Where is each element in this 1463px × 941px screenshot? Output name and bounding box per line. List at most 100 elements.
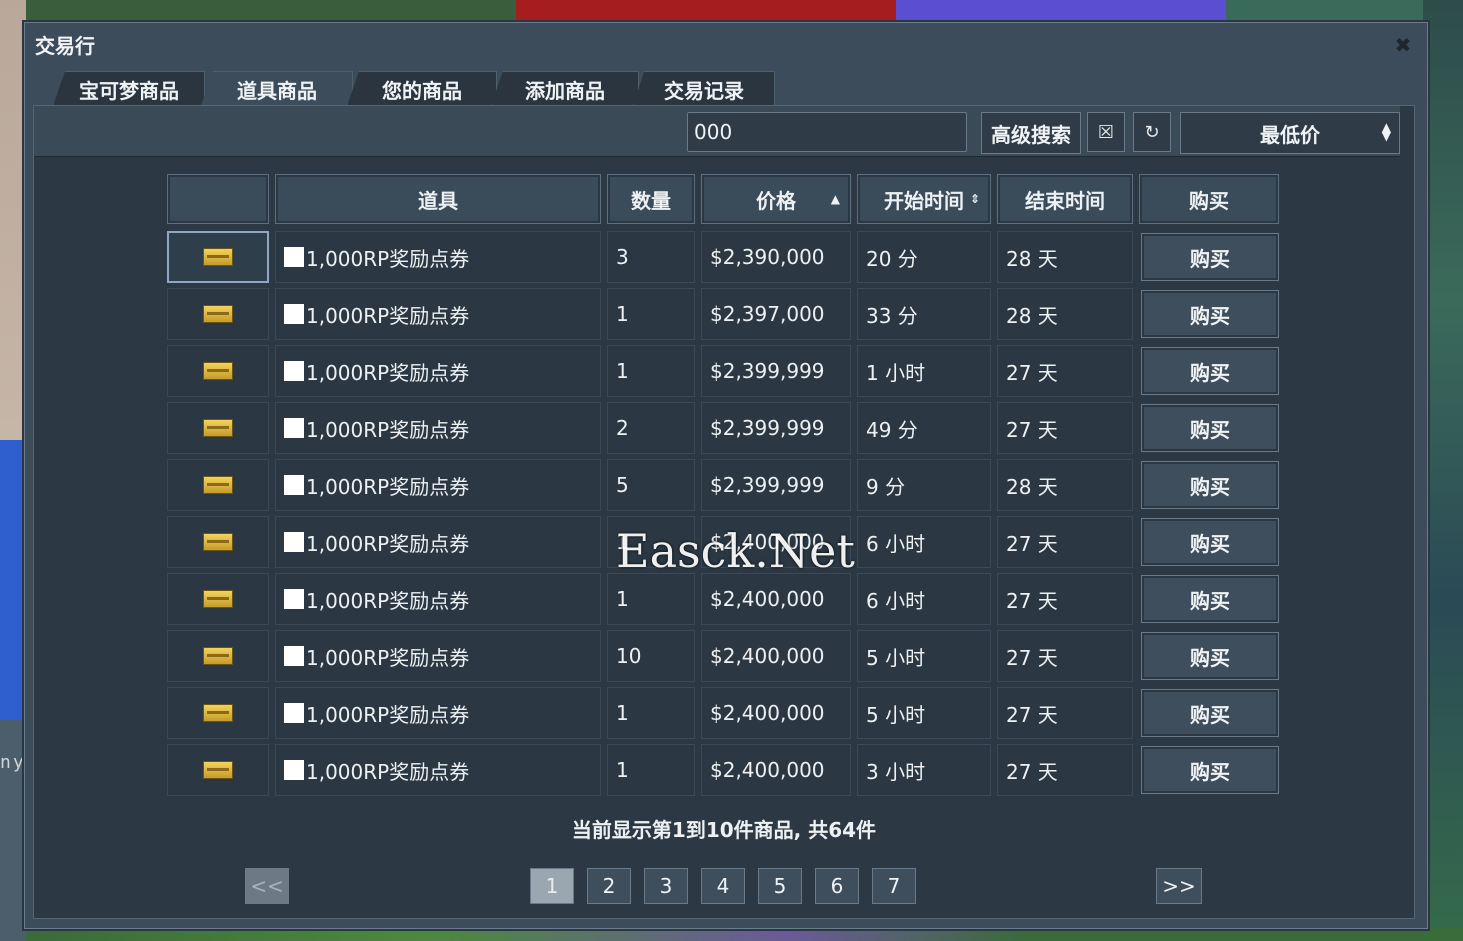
buy-button[interactable]: 购买	[1141, 632, 1279, 680]
row-icon-cell[interactable]	[167, 630, 269, 682]
background-side-text: ny	[0, 752, 26, 773]
row-icon-cell[interactable]	[167, 744, 269, 796]
end-time-cell: 27 天	[997, 402, 1133, 454]
header-icon-col	[167, 174, 269, 224]
refresh-icon[interactable]: ↻	[1133, 112, 1171, 152]
advanced-search-button[interactable]: 高级搜索	[981, 112, 1081, 154]
item-name-label: 1,000RP奖励点券	[306, 759, 470, 784]
buy-button[interactable]: 购买	[1141, 575, 1279, 623]
price-cell: $2,390,000	[701, 231, 851, 283]
window-title: 交易行	[35, 34, 95, 58]
row-icon-cell[interactable]	[167, 231, 269, 283]
page-button-2[interactable]: 2	[587, 868, 631, 904]
start-time-cell: 6 小时	[857, 573, 991, 625]
row-icon-cell[interactable]	[167, 345, 269, 397]
tab-your-goods[interactable]: 您的商品	[347, 71, 497, 106]
row-icon-cell[interactable]	[167, 573, 269, 625]
buy-button[interactable]: 购买	[1141, 290, 1279, 338]
item-color-swatch	[284, 760, 304, 780]
buy-button[interactable]: 购买	[1141, 347, 1279, 395]
tab-item-goods[interactable]: 道具商品	[201, 71, 353, 106]
start-time-cell: 6 小时	[857, 516, 991, 568]
background-right	[1423, 0, 1463, 941]
start-time-cell: 20 分	[857, 231, 991, 283]
start-time-cell: 1 小时	[857, 345, 991, 397]
content-panel: 高级搜索 ☒ ↻ 最低价 ▲▼ 道具 数量 价格 ▲ 开始时间 ⇕ 结束时间 购…	[33, 105, 1415, 919]
tab-add-goods[interactable]: 添加商品	[491, 71, 639, 106]
end-time-cell: 28 天	[997, 459, 1133, 511]
item-name-label: 1,000RP奖励点券	[306, 360, 470, 385]
end-time-cell: 27 天	[997, 630, 1133, 682]
row-icon-cell[interactable]	[167, 459, 269, 511]
tab-pokemon-goods[interactable]: 宝可梦商品	[53, 71, 205, 106]
price-cell: $2,400,000	[701, 687, 851, 739]
quantity-cell: 1	[607, 345, 695, 397]
buy-button[interactable]: 购买	[1141, 746, 1279, 794]
reward-ticket-icon	[203, 761, 233, 779]
item-name-cell: 1,000RP奖励点券	[275, 288, 601, 340]
reward-ticket-icon	[203, 476, 233, 494]
item-name-cell: 1,000RP奖励点券	[275, 345, 601, 397]
search-input[interactable]	[687, 112, 967, 152]
quantity-cell: 1	[607, 744, 695, 796]
tab-trade-history[interactable]: 交易记录	[633, 71, 775, 106]
header-start-time[interactable]: 开始时间 ⇕	[857, 174, 991, 224]
toolbar: 高级搜索 ☒ ↻ 最低价 ▲▼	[34, 106, 1400, 157]
header-price-label: 价格	[756, 188, 796, 213]
item-name-cell: 1,000RP奖励点券	[275, 402, 601, 454]
item-color-swatch	[284, 304, 304, 324]
page-button-1[interactable]: 1	[530, 868, 574, 904]
item-name-label: 1,000RP奖励点券	[306, 645, 470, 670]
start-time-cell: 3 小时	[857, 744, 991, 796]
buy-button[interactable]: 购买	[1141, 461, 1279, 509]
price-cell: $2,400,000	[701, 573, 851, 625]
page-button-5[interactable]: 5	[758, 868, 802, 904]
price-cell: $2,400,000	[701, 744, 851, 796]
start-time-cell: 5 小时	[857, 630, 991, 682]
row-icon-cell[interactable]	[167, 288, 269, 340]
row-icon-cell[interactable]	[167, 402, 269, 454]
sort-select[interactable]: 最低价 ▲ ▼	[1180, 112, 1400, 154]
header-end-time[interactable]: 结束时间	[997, 174, 1133, 224]
page-button-6[interactable]: 6	[815, 868, 859, 904]
status-text: 当前显示第1到10件商品, 共64件	[571, 818, 877, 842]
item-name-cell: 1,000RP奖励点券	[275, 573, 601, 625]
clear-icon[interactable]: ☒	[1087, 112, 1125, 152]
start-time-cell: 5 小时	[857, 687, 991, 739]
item-name-label: 1,000RP奖励点券	[306, 588, 470, 613]
close-icon[interactable]: ✖	[1393, 35, 1413, 55]
buy-button[interactable]: 购买	[1141, 518, 1279, 566]
start-time-cell: 9 分	[857, 459, 991, 511]
price-cell: $2,399,999	[701, 345, 851, 397]
row-icon-cell[interactable]	[167, 516, 269, 568]
watermark-text: Easck.Net	[616, 524, 855, 578]
page-button-7[interactable]: 7	[872, 868, 916, 904]
next-page-button[interactable]: >>	[1156, 868, 1202, 904]
start-time-cell: 33 分	[857, 288, 991, 340]
item-color-swatch	[284, 532, 304, 552]
item-name-label: 1,000RP奖励点券	[306, 474, 470, 499]
reward-ticket-icon	[203, 590, 233, 608]
end-time-cell: 27 天	[997, 687, 1133, 739]
item-color-swatch	[284, 703, 304, 723]
price-cell: $2,397,000	[701, 288, 851, 340]
background-left	[0, 0, 26, 941]
row-icon-cell[interactable]	[167, 687, 269, 739]
buy-button[interactable]: 购买	[1141, 689, 1279, 737]
sort-select-value: 最低价	[1260, 122, 1320, 147]
page-button-4[interactable]: 4	[701, 868, 745, 904]
buy-button[interactable]: 购买	[1141, 404, 1279, 452]
header-item[interactable]: 道具	[275, 174, 601, 224]
price-cell: $2,399,999	[701, 402, 851, 454]
prev-page-button[interactable]: <<	[245, 868, 289, 904]
quantity-cell: 5	[607, 459, 695, 511]
header-price[interactable]: 价格 ▲	[701, 174, 851, 224]
end-time-cell: 27 天	[997, 744, 1133, 796]
reward-ticket-icon	[203, 248, 233, 266]
buy-button[interactable]: 购买	[1141, 233, 1279, 281]
item-name-cell: 1,000RP奖励点券	[275, 516, 601, 568]
trade-window: 交易行 ✖ 宝可梦商品 道具商品 您的商品 添加商品 交易记录 高级搜索 ☒ ↻…	[24, 22, 1428, 929]
header-quantity[interactable]: 数量	[607, 174, 695, 224]
start-time-cell: 49 分	[857, 402, 991, 454]
page-button-3[interactable]: 3	[644, 868, 688, 904]
